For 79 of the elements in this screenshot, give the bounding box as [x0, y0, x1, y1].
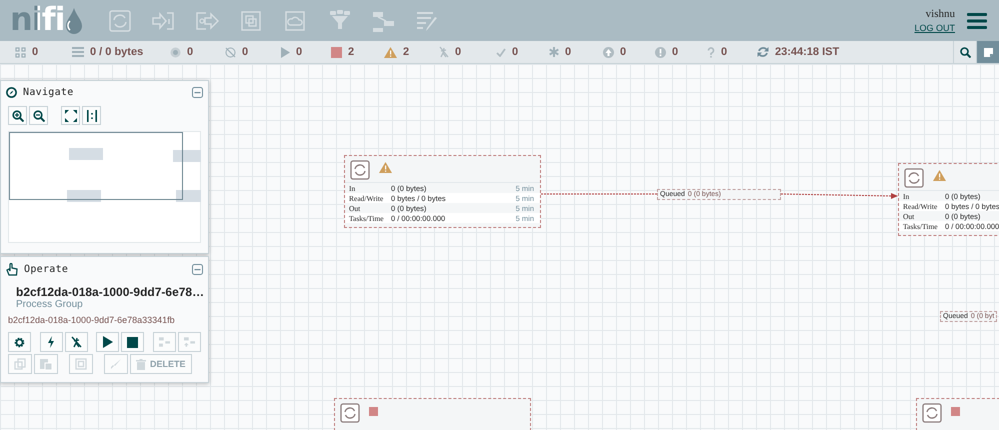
status-count: 2	[403, 46, 410, 58]
stop-button[interactable]	[121, 332, 144, 352]
panel-title: Operate	[24, 264, 68, 275]
component-name: b2cf12da-018a-1000-9dd7-6e78…	[16, 284, 204, 298]
copy-icon	[14, 358, 26, 370]
fit-button[interactable]	[61, 106, 80, 125]
zoom-in-icon	[12, 110, 24, 122]
start-button[interactable]	[96, 332, 120, 352]
flowchart-up-icon	[184, 336, 196, 348]
list-icon	[72, 47, 84, 57]
check-icon	[496, 48, 506, 56]
exclamation-circle-icon	[655, 46, 666, 58]
status-count: 0	[32, 46, 38, 58]
status-count: 0	[672, 46, 678, 58]
status-count: 0	[512, 46, 518, 58]
status-count: 0 / 0 bytes	[90, 46, 144, 58]
status-count: 0	[565, 46, 572, 58]
warning-icon	[933, 170, 946, 181]
stop-icon	[127, 336, 138, 348]
brush-icon	[110, 358, 122, 370]
expand-corners-icon	[64, 110, 76, 122]
processor-icon	[922, 403, 942, 423]
stop-icon	[951, 407, 960, 416]
warning-icon	[379, 162, 392, 173]
configure-button[interactable]	[8, 332, 31, 352]
up-arrow-circle-icon	[603, 46, 614, 58]
zoom-out-button[interactable]	[29, 106, 48, 125]
target-icon	[170, 46, 181, 58]
processor-icon	[340, 403, 360, 423]
user-name: vishnu	[926, 8, 955, 20]
zoom-out-icon	[32, 110, 44, 122]
refresh-icon	[757, 46, 769, 58]
collapse-icon[interactable]	[192, 87, 203, 98]
zoom-in-button[interactable]	[8, 106, 27, 125]
trash-icon	[136, 358, 146, 370]
crossed-figure-icon	[439, 46, 449, 58]
status-count: 0	[187, 46, 194, 58]
canvas-overview-drawing[interactable]	[8, 131, 201, 243]
connection-line[interactable]	[541, 191, 657, 197]
crossed-target-icon	[225, 46, 236, 58]
status-count: 0	[620, 46, 626, 58]
question-icon	[707, 46, 715, 58]
note-icon	[982, 46, 994, 58]
status-count: 0	[242, 46, 248, 58]
warning-icon	[384, 46, 397, 58]
processor-icon	[904, 168, 924, 188]
framed-square-icon	[75, 358, 87, 370]
component-type: Process Group	[16, 298, 84, 310]
one-to-one-icon	[86, 110, 98, 122]
paste-icon	[40, 358, 52, 370]
water-drop-icon	[66, 8, 82, 34]
compass-icon	[6, 87, 17, 98]
collapse-icon[interactable]	[192, 264, 203, 275]
connection-arrow[interactable]	[781, 192, 898, 200]
play-icon	[280, 46, 290, 58]
status-count: 23:44:18 IST	[775, 46, 840, 58]
crossed-figure-icon	[70, 336, 82, 348]
asterisk-icon	[549, 47, 559, 57]
lightning-icon	[47, 336, 56, 348]
play-icon	[102, 336, 114, 348]
enable-button[interactable]	[40, 332, 63, 352]
disable-button[interactable]	[64, 332, 88, 352]
menu-icon[interactable]	[967, 12, 987, 28]
status-count: 0	[721, 46, 728, 58]
panel-title: Navigate	[23, 87, 74, 98]
status-count: 0	[296, 46, 302, 58]
search-icon	[960, 46, 970, 58]
status-count: 0	[455, 46, 462, 58]
grid-icon	[15, 46, 26, 58]
stop-icon	[331, 46, 342, 58]
gear-icon	[14, 336, 25, 348]
flowchart-icon	[159, 336, 170, 348]
status-count: 2	[348, 46, 354, 58]
pointing-hand-icon	[6, 263, 18, 276]
component-id: b2cf12da-018a-1000-9dd7-6e78a33341fb	[7, 314, 176, 327]
processor-icon	[350, 160, 370, 180]
actual-size-button[interactable]	[82, 106, 101, 125]
stop-icon	[369, 407, 378, 416]
logout-link[interactable]: LOG OUT	[914, 23, 955, 33]
